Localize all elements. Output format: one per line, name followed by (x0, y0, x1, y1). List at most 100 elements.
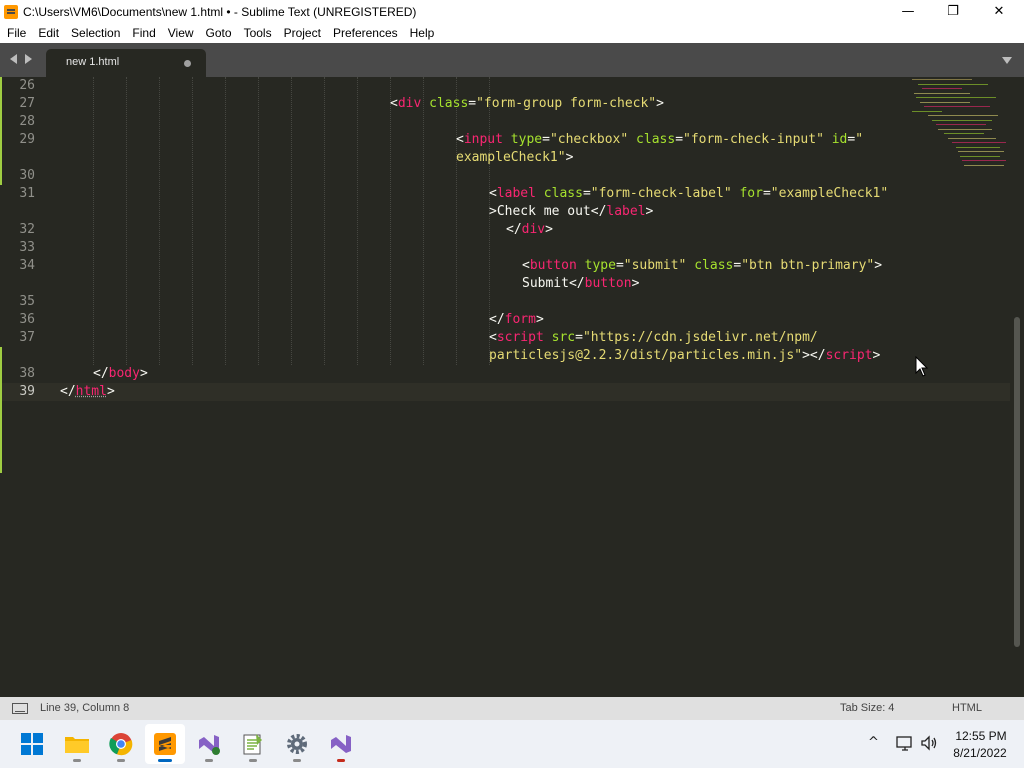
line-number: 26 (19, 78, 35, 93)
code-line[interactable]: </html> (60, 383, 115, 401)
minimap-line (964, 164, 1004, 166)
current-line-highlight (0, 383, 1010, 401)
network-icon[interactable] (896, 734, 914, 752)
code-token: </ (93, 366, 109, 381)
taskbar: ^ 12:55 PM 8/21/2022 (0, 720, 1024, 768)
code-line[interactable]: Submit</button> (522, 275, 639, 293)
code-token: class (628, 132, 676, 147)
show-hidden-icons-chevron-icon[interactable]: ^ (868, 735, 879, 750)
indent-guide (324, 77, 325, 365)
code-token: > (489, 204, 497, 219)
code-token: < (390, 96, 398, 111)
maximize-button[interactable]: ❐ (930, 0, 976, 23)
minimap-line (938, 128, 992, 130)
code-editor[interactable]: 26 27 28 29 30 31 32 33 34 35 36 37 38 39 <div class=… (0, 77, 1024, 697)
syntax-indicator[interactable]: HTML (952, 702, 982, 714)
code-token: < (489, 330, 497, 345)
code-line[interactable]: </div> (506, 221, 553, 239)
code-token: > (645, 204, 654, 219)
volume-icon[interactable] (920, 734, 938, 752)
line-number: 32 (19, 222, 35, 237)
code-token: " (855, 132, 864, 147)
menu-tools[interactable]: Tools (238, 26, 278, 40)
taskbar-notepad-plus-plus[interactable] (233, 724, 273, 764)
tab-scroll-left-icon[interactable] (10, 54, 17, 64)
code-line[interactable]: </body> (93, 365, 148, 383)
code-token: class (421, 96, 469, 111)
menu-find[interactable]: Find (126, 26, 161, 40)
menu-preferences[interactable]: Preferences (327, 26, 404, 40)
code-token: > (872, 348, 881, 363)
menu-view[interactable]: View (162, 26, 200, 40)
start-button[interactable] (12, 724, 52, 764)
clock-date[interactable]: 8/21/2022 (949, 746, 1011, 760)
cursor-position[interactable]: Line 39, Column 8 (40, 702, 129, 714)
notepad-plus-plus-icon (243, 734, 262, 755)
taskbar-visual-studio-preview[interactable] (189, 724, 229, 764)
code-line[interactable]: <script src="https://cdn.jsdelivr.net/np… (489, 329, 818, 347)
indent-guide (456, 77, 457, 365)
code-line[interactable]: <label class="form-check-label" for="exa… (489, 185, 888, 203)
taskbar-file-explorer[interactable] (57, 724, 97, 764)
active-indicator (158, 759, 172, 762)
code-line[interactable]: </form> (489, 311, 544, 329)
tab-scroll-right-icon[interactable] (25, 54, 32, 64)
code-line[interactable]: <input type="checkbox" class="form-check… (456, 131, 863, 149)
code-line[interactable]: exampleCheck1"> (456, 149, 573, 167)
menu-selection[interactable]: Selection (65, 26, 126, 40)
code-token: "form-check-input" (683, 132, 824, 147)
indent-guide (126, 77, 127, 365)
code-token: Check me out (496, 204, 591, 219)
running-indicator (293, 759, 301, 762)
code-token: </ (590, 204, 607, 219)
code-token: = (575, 330, 583, 345)
line-number: 29 (19, 132, 35, 147)
code-line[interactable]: >Check me out</label> (489, 203, 653, 221)
indent-guide (93, 77, 94, 365)
clock-time[interactable]: 12:55 PM (955, 729, 1007, 743)
code-token: id (823, 132, 848, 147)
taskbar-sublime-text[interactable] (145, 724, 185, 764)
line-number: 33 (19, 240, 35, 255)
tab-list-dropdown-icon[interactable] (1002, 57, 1012, 64)
minimize-button[interactable]: — (885, 0, 931, 23)
taskbar-chrome[interactable] (101, 724, 141, 764)
indent-guide (192, 77, 193, 365)
mouse-pointer-icon (915, 356, 929, 377)
minimap[interactable] (908, 77, 1012, 177)
menu-help[interactable]: Help (404, 26, 441, 40)
code-token: src (543, 330, 576, 345)
minimap-line (948, 137, 996, 139)
unsaved-dot-icon[interactable] (184, 60, 191, 67)
close-button[interactable]: ✕ (976, 0, 1022, 23)
taskbar-settings[interactable] (277, 724, 317, 764)
modified-line-marker (0, 77, 2, 185)
tab-size-indicator[interactable]: Tab Size: 4 (840, 702, 894, 714)
panel-toggle-icon[interactable] (12, 703, 28, 714)
line-number: 30 (19, 168, 35, 183)
code-token: = (615, 258, 624, 273)
indent-guide (390, 77, 391, 365)
visual-studio-preview-icon (199, 735, 220, 755)
running-indicator (249, 759, 257, 762)
code-token: < (522, 258, 530, 273)
code-token: label (606, 204, 646, 219)
code-token: "https://cdn.jsdelivr.net/npm/ (582, 330, 818, 345)
menu-edit[interactable]: Edit (32, 26, 65, 40)
menu-project[interactable]: Project (278, 26, 327, 40)
running-indicator (117, 759, 125, 762)
code-token: "submit" (623, 258, 687, 273)
code-token: for (731, 186, 763, 201)
code-token: html (75, 384, 107, 399)
code-line[interactable]: particlesjs@2.2.3/dist/particles.min.js"… (489, 347, 880, 365)
taskbar-visual-studio[interactable] (321, 724, 361, 764)
menu-goto[interactable]: Goto (200, 26, 238, 40)
line-number: 28 (19, 114, 35, 129)
minimap-line (960, 155, 1000, 157)
code-line[interactable]: <div class="form-group form-check"> (390, 95, 664, 113)
code-token: "btn btn-primary" (741, 258, 875, 273)
scrollbar-thumb[interactable] (1014, 317, 1020, 647)
tab-new-1-html[interactable]: new 1.html (46, 49, 206, 77)
code-line[interactable]: <button type="submit" class="btn btn-pri… (522, 257, 882, 275)
menu-file[interactable]: File (0, 26, 32, 40)
